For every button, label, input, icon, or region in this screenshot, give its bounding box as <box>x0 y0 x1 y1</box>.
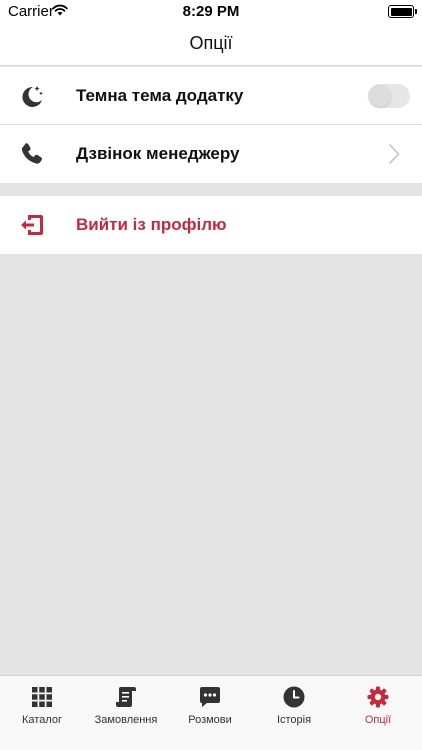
phone-icon <box>21 143 42 164</box>
tab-history[interactable]: Історія <box>252 676 336 736</box>
tab-catalog[interactable]: Каталог <box>0 676 84 736</box>
navigation-bar: Опції <box>0 24 422 66</box>
status-time: 8:29 PM <box>182 3 240 20</box>
manager-call-row[interactable]: Дзвінок менеджеру <box>0 125 422 183</box>
receipt-icon <box>116 687 136 707</box>
page-title: Опції <box>189 33 233 53</box>
tab-label: Опції <box>364 714 392 726</box>
tab-orders[interactable]: Замовлення <box>84 676 168 736</box>
tab-label: Каталог <box>22 714 62 726</box>
logout-row[interactable]: Вийти із профілю <box>0 196 422 254</box>
tab-bar: Каталог Замовлення Розмови Історія Опції <box>0 675 422 750</box>
gear-icon <box>367 686 389 708</box>
tab-chats[interactable]: Розмови <box>168 676 252 736</box>
tab-label: Розмови <box>188 714 232 726</box>
tab-options[interactable]: Опції <box>336 676 420 736</box>
manager-call-label: Дзвінок менеджеру <box>76 144 240 163</box>
tab-label: Замовлення <box>94 714 158 726</box>
dark-theme-row: Темна тема додатку <box>0 67 422 125</box>
chevron-right-icon <box>388 143 400 165</box>
grid-icon <box>32 687 52 707</box>
status-bar: Carrier 8:29 PM <box>0 0 422 24</box>
tab-label: Історія <box>276 714 312 726</box>
dark-theme-toggle[interactable] <box>368 84 410 108</box>
toggle-knob <box>369 85 391 107</box>
clock-icon <box>283 686 305 708</box>
screen: Carrier 8:29 PM Опції Темна тема додатку… <box>0 0 422 750</box>
battery-icon <box>388 5 417 18</box>
logout-icon <box>21 215 43 235</box>
dark-theme-label: Темна тема додатку <box>76 86 244 105</box>
chat-icon <box>200 687 220 707</box>
moon-stars-icon <box>22 86 43 107</box>
logout-label: Вийти із профілю <box>76 215 227 234</box>
